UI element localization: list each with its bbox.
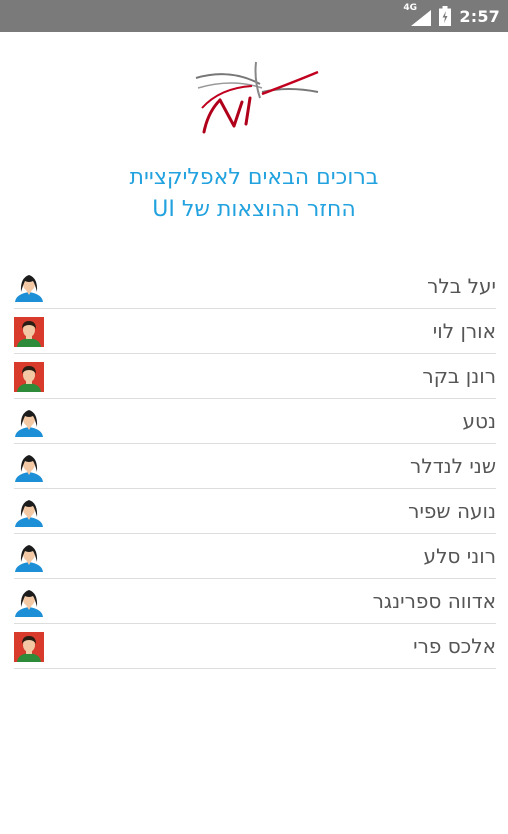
contact-name: שני לנדלר [410,454,496,478]
contact-row[interactable]: שני לנדלר [14,444,496,489]
welcome-line-2: החזר ההוצאות של UI [152,197,356,222]
male-avatar-icon [14,317,44,347]
battery-icon [439,6,452,26]
contact-list: יעל בלר אורן לוי רונן בקר נטע שני לנדלר נועה … [14,264,496,669]
contact-name: נטע [462,409,497,433]
cell-signal-icon: 4G [403,3,432,26]
female-avatar-icon [14,452,44,482]
contact-row[interactable]: אורן לוי [14,309,496,354]
female-avatar-icon [14,587,44,617]
male-avatar-icon [14,362,44,392]
contact-row[interactable]: אלכס פרי [14,624,496,669]
status-icons: 4G 2:57 [403,0,500,32]
female-avatar-icon [14,407,44,437]
female-avatar-icon [14,497,44,527]
contact-row[interactable]: אדווה ספרינגר [14,579,496,624]
contact-name: אדווה ספרינגר [372,589,496,613]
clock: 2:57 [459,6,500,26]
contact-row[interactable]: רוני סלע [14,534,496,579]
contact-row[interactable]: רונן בקר [14,354,496,399]
contact-row[interactable]: נטע [14,399,496,444]
male-avatar-icon [14,632,44,662]
contact-name: יעל בלר [427,274,496,298]
contact-row[interactable]: יעל בלר [14,264,496,309]
welcome-line-1: ברוכים הבאים לאפליקציית [129,165,379,190]
status-bar: 4G 2:57 [0,0,508,32]
contact-name: רוני סלע [423,544,496,568]
contact-row[interactable]: נועה שפיר [14,489,496,534]
contact-name: רונן בקר [422,364,496,388]
female-avatar-icon [14,542,44,572]
app-logo [195,61,319,134]
female-avatar-icon [14,272,44,302]
contact-name: אורן לוי [432,319,496,343]
welcome-message: ברוכים הבאים לאפליקציית החזר ההוצאות של … [0,162,508,226]
contact-name: נועה שפיר [408,499,496,523]
contact-name: אלכס פרי [413,634,496,658]
